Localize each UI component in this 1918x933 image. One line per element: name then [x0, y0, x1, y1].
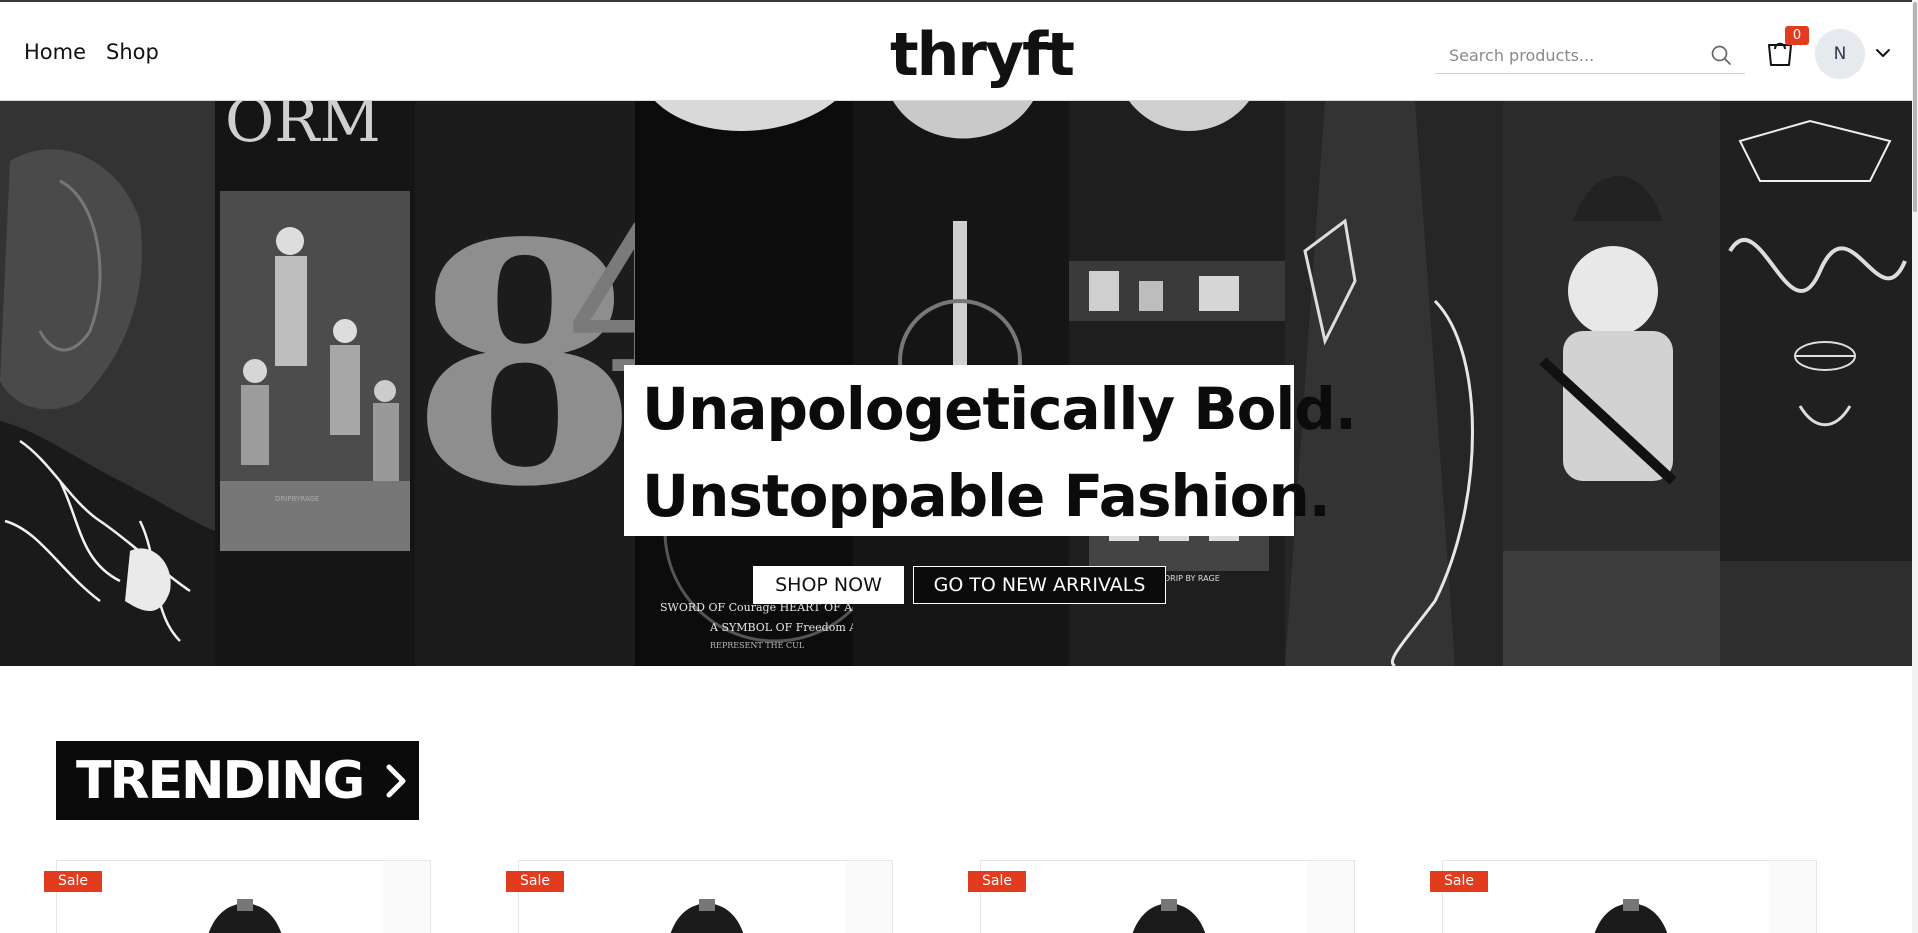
product-image — [57, 861, 383, 933]
hero-headline-line1: Unapologetically Bold. — [642, 375, 1357, 443]
chevron-right-icon — [386, 764, 406, 797]
search-input[interactable] — [1449, 42, 1689, 68]
product-image — [981, 861, 1307, 933]
hero-image-gothic-print: 8 4 — [415, 101, 635, 666]
shop-now-button[interactable]: SHOP NOW — [753, 566, 904, 604]
hero-image-vintage-photo: ORM DRIPBYRAGE — [215, 101, 415, 666]
jacket-image — [1132, 899, 1206, 933]
search-icon[interactable] — [1709, 43, 1733, 67]
hero-image-hoodie-map — [0, 101, 215, 666]
sale-badge: Sale — [44, 871, 102, 892]
hero-banner: ORM DRIPBYRAGE 8 4 SWORD OF Courage HEAR… — [0, 101, 1912, 666]
product-image — [519, 861, 845, 933]
svg-text:DRIPBYRAGE: DRIPBYRAGE — [275, 495, 319, 503]
product-card[interactable] — [518, 860, 893, 933]
svg-text:ORM: ORM — [225, 101, 381, 156]
nav-link-home[interactable]: Home — [24, 40, 86, 64]
product-card[interactable] — [1442, 860, 1817, 933]
top-navigation-bar: Home Shop thryft 0 N — [0, 0, 1918, 101]
page-scrollbar-thumb[interactable] — [1913, 2, 1917, 212]
main-nav: Home Shop — [24, 40, 159, 64]
product-card[interactable] — [56, 860, 431, 933]
jacket-image — [1594, 899, 1668, 933]
search-box — [1435, 36, 1745, 74]
hero-headline-line2: Unstoppable Fashion. — [642, 462, 1331, 530]
product-image — [1443, 861, 1769, 933]
trending-label: TRENDING — [76, 750, 365, 811]
product-card[interactable] — [980, 860, 1355, 933]
jacket-image — [208, 899, 282, 933]
trending-heading-link[interactable]: TRENDING — [56, 741, 419, 820]
hero-image-illustrated-tee — [1503, 101, 1720, 666]
cart-count-badge: 0 — [1785, 26, 1809, 45]
sale-badge: Sale — [506, 871, 564, 892]
nav-link-shop[interactable]: Shop — [106, 40, 159, 64]
sale-badge: Sale — [968, 871, 1026, 892]
hero-headline-box: Unapologetically Bold. Unstoppable Fashi… — [624, 365, 1357, 536]
chevron-down-icon[interactable] — [1874, 44, 1892, 62]
svg-text:REPRESENT THE CUL: REPRESENT THE CUL — [710, 641, 805, 650]
jacket-image — [670, 899, 744, 933]
site-logo[interactable]: thryft — [890, 20, 1075, 90]
sale-badge: Sale — [1430, 871, 1488, 892]
new-arrivals-button[interactable]: GO TO NEW ARRIVALS — [913, 566, 1166, 604]
hero-image-gothic-typography-tee — [1720, 101, 1912, 666]
user-avatar[interactable]: N — [1815, 29, 1865, 79]
svg-text:A SYMBOL OF Freedom AND S: A SYMBOL OF Freedom AND S — [709, 621, 853, 634]
svg-text:DRIP BY RAGE: DRIP BY RAGE — [1164, 574, 1220, 583]
